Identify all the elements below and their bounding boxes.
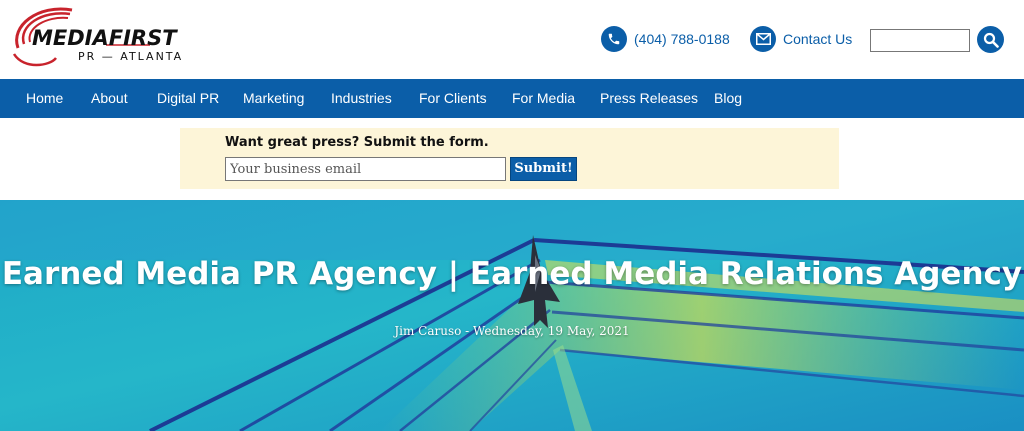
site-logo[interactable]: MEDIAFIRST PR — ATLANTA (10, 4, 210, 72)
phone-link[interactable]: (404) 788-0188 (601, 26, 730, 52)
contact-us-label: Contact Us (783, 31, 853, 47)
envelope-icon (750, 26, 776, 52)
nav-item-industries[interactable]: Industries (331, 90, 392, 106)
logo-wordmark: MEDIAFIRST (32, 26, 177, 50)
logo-tagline: PR — ATLANTA (78, 50, 184, 63)
nav-item-marketing[interactable]: Marketing (243, 90, 304, 106)
contact-us-link[interactable]: Contact Us (750, 26, 852, 52)
press-signup-form: Want great press? Submit the form. Submi… (180, 128, 839, 189)
search-input[interactable] (870, 29, 970, 52)
nav-item-for-clients[interactable]: For Clients (419, 90, 487, 106)
phone-number: (404) 788-0188 (634, 31, 730, 47)
post-byline: Jim Caruso - Wednesday, 19 May, 2021 (394, 324, 630, 338)
signup-heading: Want great press? Submit the form. (225, 135, 489, 150)
nav-item-blog[interactable]: Blog (714, 90, 742, 106)
phone-icon (601, 26, 627, 52)
search-icon (983, 32, 999, 48)
hero-banner: Earned Media PR Agency | Earned Media Re… (0, 200, 1024, 431)
nav-item-about[interactable]: About (91, 90, 128, 106)
logo-brand-right: FIRST (108, 26, 177, 50)
search-button[interactable] (977, 26, 1004, 53)
main-nav: Home About Digital PR Marketing Industri… (0, 79, 1024, 118)
logo-brand-left: MEDIA (32, 26, 109, 50)
page-title: Earned Media PR Agency | Earned Media Re… (1, 256, 1023, 292)
submit-button[interactable]: Submit! (510, 157, 577, 181)
nav-item-for-media[interactable]: For Media (512, 90, 575, 106)
nav-item-digital-pr[interactable]: Digital PR (157, 90, 219, 106)
business-email-field[interactable] (225, 157, 506, 181)
nav-item-home[interactable]: Home (26, 90, 63, 106)
site-header: MEDIAFIRST PR — ATLANTA (404) 788-0188 C… (0, 0, 1024, 79)
shockwave-image (0, 200, 1024, 431)
nav-item-press-releases[interactable]: Press Releases (600, 90, 698, 106)
